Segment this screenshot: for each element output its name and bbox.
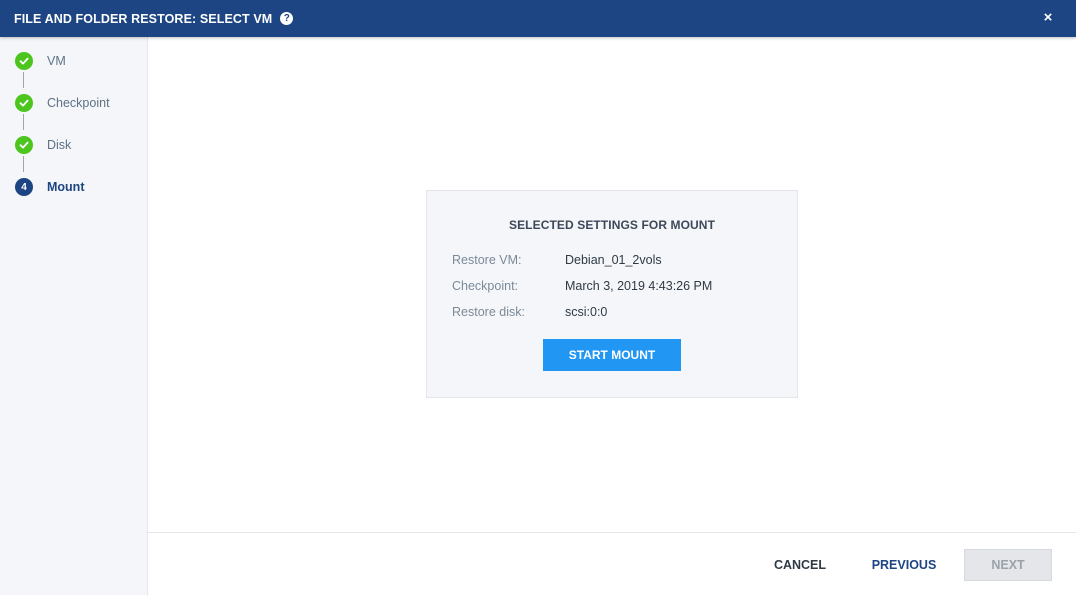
help-icon[interactable]: ? <box>280 12 294 25</box>
step-label: Checkpoint <box>47 96 110 110</box>
close-icon[interactable]: × <box>1040 10 1056 26</box>
step-label: Mount <box>47 180 85 194</box>
step-label: Disk <box>47 138 72 152</box>
setting-label: Restore disk: <box>452 305 525 319</box>
wizard-steps: VM Checkpoint Disk 4 Mount <box>0 37 148 595</box>
cancel-button[interactable]: CANCEL <box>760 549 840 581</box>
setting-label: Checkpoint: <box>452 279 519 293</box>
step-mount[interactable]: 4 Mount <box>0 166 147 208</box>
footer-divider <box>148 532 1076 533</box>
start-mount-button[interactable]: START MOUNT <box>543 339 681 371</box>
check-icon <box>15 136 33 154</box>
setting-value: March 3, 2019 4:43:26 PM <box>565 279 713 293</box>
step-label: VM <box>47 54 66 68</box>
check-icon <box>15 94 33 112</box>
dialog-header: FILE AND FOLDER RESTORE: SELECT VM ? × <box>0 0 1076 37</box>
mount-settings-panel: SELECTED SETTINGS FOR MOUNT Restore VM: … <box>426 190 798 398</box>
next-button[interactable]: NEXT <box>964 549 1052 581</box>
check-icon <box>15 52 33 70</box>
setting-value: scsi:0:0 <box>565 305 608 319</box>
setting-label: Restore VM: <box>452 253 522 267</box>
setting-value: Debian_01_2vols <box>565 253 662 267</box>
step-number-badge: 4 <box>15 178 33 196</box>
dialog-title: FILE AND FOLDER RESTORE: SELECT VM <box>14 11 273 26</box>
panel-title: SELECTED SETTINGS FOR MOUNT <box>508 218 716 232</box>
previous-button[interactable]: PREVIOUS <box>864 549 944 581</box>
